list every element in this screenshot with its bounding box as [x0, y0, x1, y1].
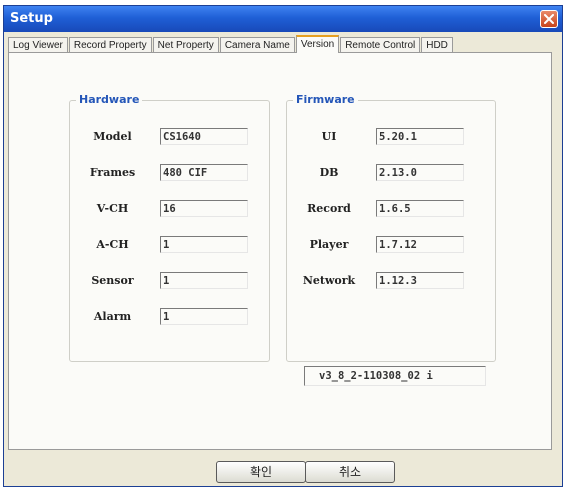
- db-version-value: 2.13.0: [376, 164, 464, 181]
- tab-remote-control[interactable]: Remote Control: [340, 37, 421, 53]
- firmware-group-title: Firmware: [293, 93, 358, 106]
- model-label: Model: [93, 130, 132, 143]
- close-icon: [544, 14, 554, 24]
- ui-label: UI: [321, 130, 337, 143]
- vch-value: 16: [160, 200, 248, 217]
- tab-version[interactable]: Version: [295, 35, 340, 53]
- tab-log-viewer[interactable]: Log Viewer: [8, 37, 68, 53]
- tab-record-property[interactable]: Record Property: [68, 37, 152, 53]
- player-label: Player: [309, 238, 349, 251]
- alarm-value: 1: [160, 308, 248, 325]
- tab-hdd[interactable]: HDD: [421, 37, 453, 53]
- hardware-group-title: Hardware: [76, 93, 143, 106]
- ok-button[interactable]: 확인: [216, 461, 306, 483]
- ui-version-value: 5.20.1: [376, 128, 464, 145]
- hardware-group: Hardware Model CS1640 Frames 480 CIF V-C…: [69, 93, 270, 362]
- player-version-value: 1.7.12: [376, 236, 464, 253]
- sensor-label: Sensor: [91, 274, 134, 287]
- vch-label: V-CH: [96, 202, 129, 215]
- firmware-group: Firmware UI 5.20.1 DB 2.13.0 Record 1.6.…: [286, 93, 496, 386]
- record-label: Record: [307, 202, 351, 215]
- window-title: Setup: [10, 11, 53, 26]
- alarm-label: Alarm: [93, 310, 132, 323]
- ach-label: A-CH: [96, 238, 129, 251]
- tab-camera-name[interactable]: Camera Name: [219, 37, 295, 53]
- close-button[interactable]: [540, 10, 558, 28]
- record-version-value: 1.6.5: [376, 200, 464, 217]
- db-label: DB: [319, 166, 339, 179]
- title-bar: Setup: [4, 6, 562, 32]
- sensor-value: 1: [160, 272, 248, 289]
- tab-strip: Log Viewer Record Property Net Property …: [8, 35, 454, 53]
- cancel-button[interactable]: 취소: [305, 461, 395, 483]
- frames-label: Frames: [89, 166, 136, 179]
- frames-value: 480 CIF: [160, 164, 248, 181]
- ach-value: 1: [160, 236, 248, 253]
- full-version-string: v3_8_2-110308_02 i: [304, 366, 486, 386]
- network-label: Network: [302, 274, 356, 287]
- tab-net-property[interactable]: Net Property: [152, 37, 219, 53]
- model-value: CS1640: [160, 128, 248, 145]
- version-panel: Hardware Model CS1640 Frames 480 CIF V-C…: [8, 52, 552, 450]
- network-version-value: 1.12.3: [376, 272, 464, 289]
